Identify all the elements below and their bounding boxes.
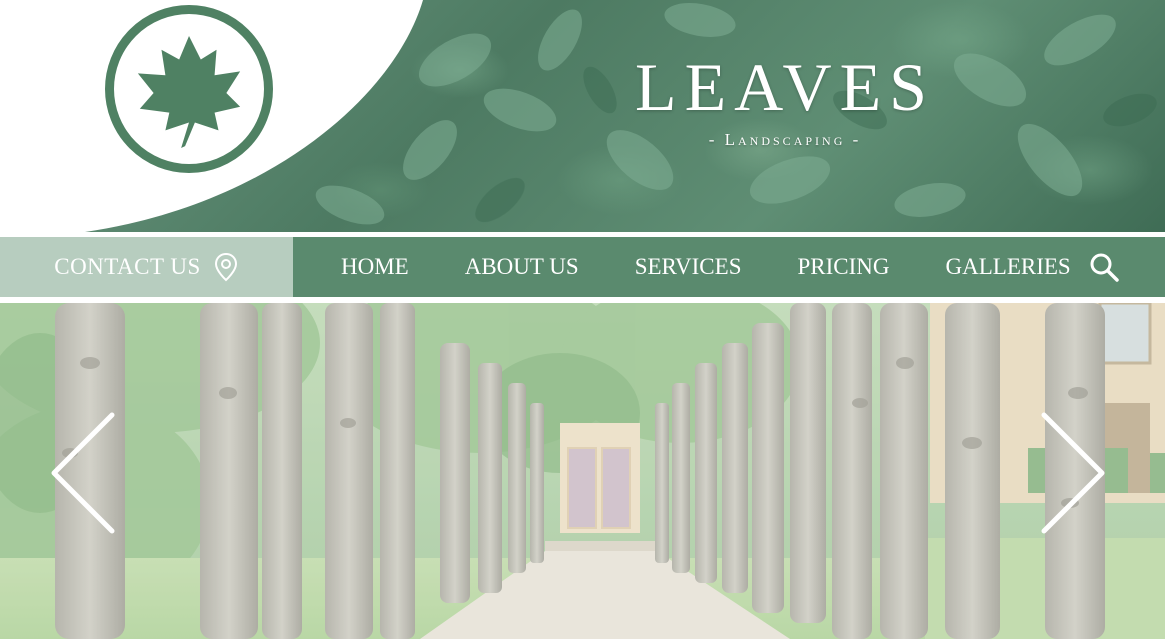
chevron-left-icon[interactable] [48,411,118,535]
site-header: LEAVES - Landscaping - [0,0,1165,232]
contact-us-button[interactable]: CONTACT US [0,237,293,297]
chevron-right-icon[interactable] [1038,411,1108,535]
logo[interactable] [105,5,273,173]
hero-slider[interactable] [0,303,1165,639]
nav-links: HOME ABOUT US SERVICES PRICING GALLERIES [293,237,1165,297]
hero-image [0,303,1165,639]
search-icon [1090,253,1119,282]
location-pin-icon [214,252,237,282]
nav-item-galleries[interactable]: GALLERIES [946,254,1071,280]
brand: LEAVES - Landscaping - [620,48,950,150]
nav-item-pricing[interactable]: PRICING [798,254,890,280]
main-nav: CONTACT US HOME ABOUT US SERVICES PRICIN… [0,237,1165,297]
brand-subtitle: - Landscaping - [708,130,862,149]
leaf-icon [137,35,241,149]
nav-item-services[interactable]: SERVICES [635,254,742,280]
contact-us-label: CONTACT US [54,254,201,279]
brand-title: LEAVES [635,49,935,125]
search-button[interactable] [1089,251,1121,283]
nav-item-home[interactable]: HOME [341,254,409,280]
nav-item-about-us[interactable]: ABOUT US [465,254,579,280]
